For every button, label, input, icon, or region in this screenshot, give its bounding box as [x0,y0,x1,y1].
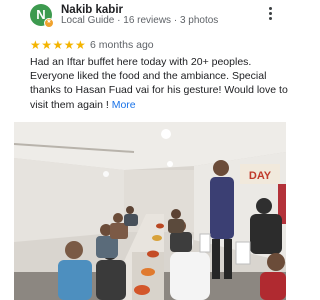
review-photo[interactable]: DAY [14,122,286,300]
more-link[interactable]: More [112,99,136,111]
review-text: Had an Iftar buffet here today with 20+ … [30,55,292,112]
more-vert-icon[interactable] [264,6,276,22]
review-body: Had an Iftar buffet here today with 20+ … [30,56,288,111]
local-guide-badge-icon: ★ [44,18,54,28]
review-date: 6 months ago [90,39,154,51]
restaurant-photo-illustration: DAY [14,122,286,300]
reviewer-meta: Local Guide · 16 reviews · 3 photos [61,15,219,26]
wall-sign: DAY [249,170,272,182]
star-rating: ★★★★★ [30,38,87,52]
